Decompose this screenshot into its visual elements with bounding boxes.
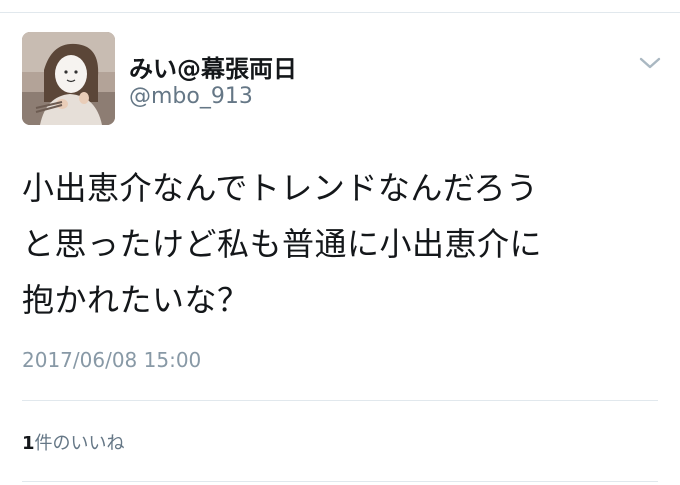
- divider: [22, 481, 658, 482]
- chevron-down-icon[interactable]: [638, 54, 662, 72]
- user-handle[interactable]: @mbo_913: [129, 84, 253, 109]
- tweet-card: みい@幕張両日 @mbo_913 小出恵介なんでトレンドなんだろう と思ったけど…: [0, 0, 680, 485]
- top-divider: [0, 12, 680, 13]
- user-avatar-photo-icon: [22, 32, 115, 125]
- tweet-text-line: 小出恵介なんでトレンドなんだろう: [22, 169, 539, 207]
- display-name[interactable]: みい@幕張両日: [129, 49, 297, 84]
- tweet-text-line: と思ったけど私も普通に小出恵介に: [22, 225, 543, 263]
- tweet-text-line: 抱かれたいな？: [22, 281, 250, 319]
- tweet-text: 小出恵介なんでトレンドなんだろう と思ったけど私も普通に小出恵介に 抱かれたいな…: [22, 160, 662, 328]
- likes-count: 1: [22, 433, 35, 454]
- tweet-timestamp[interactable]: 2017/06/08 15:00: [22, 348, 201, 372]
- divider: [22, 400, 658, 401]
- likes-link[interactable]: 1件のいいね: [22, 429, 125, 455]
- likes-label: 件のいいね: [34, 433, 125, 454]
- avatar[interactable]: [22, 32, 115, 125]
